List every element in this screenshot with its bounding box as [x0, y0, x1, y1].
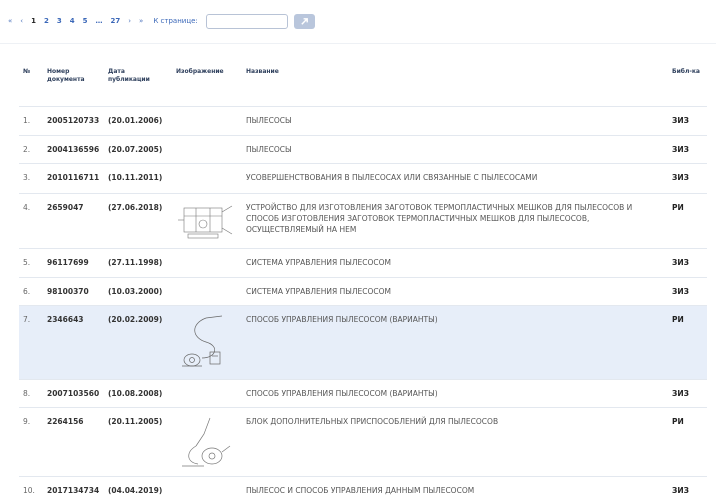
page-ellipsis: …: [95, 17, 103, 25]
publication-date: (10.03.2000): [104, 276, 172, 305]
library-code: ЗИЗ: [668, 378, 707, 407]
row-number: 6.: [19, 276, 43, 305]
library-code: ЗИЗ: [668, 162, 707, 193]
first-page-link[interactable]: «: [8, 17, 12, 25]
publication-date: (20.02.2009): [104, 304, 172, 379]
results-table: № Номер документа Дата публикации Изобра…: [19, 62, 707, 504]
row-number: 1.: [19, 105, 43, 135]
patent-drawing-vacuum-hose-thumbnail[interactable]: [176, 314, 236, 372]
image-cell: [172, 304, 242, 379]
col-header-date: Дата публикации: [108, 68, 150, 83]
row-number: 8.: [19, 378, 43, 407]
document-number-link[interactable]: 2264156: [43, 406, 104, 476]
col-header-lib: Библ-ка: [672, 68, 700, 75]
document-number-link[interactable]: 2346643: [43, 304, 104, 379]
next-page-link[interactable]: ›: [128, 17, 131, 25]
pagination-row: « ‹ 1 2 3 4 5 … 27 › » К странице:: [8, 13, 315, 29]
table-row[interactable]: 8. 2007103560 (10.08.2008) СПОСОБ УПРАВЛ…: [19, 378, 707, 407]
publication-date: (10.08.2008): [104, 378, 172, 407]
title-link[interactable]: ПЫЛЕСОСЫ: [242, 134, 668, 163]
table-row[interactable]: 9. 2264156 (20.11.2005) БЛОК ДОПОЛНИТЕЛЬ…: [19, 406, 707, 476]
image-cell: [172, 406, 242, 476]
image-cell: [172, 162, 242, 193]
col-header-num: №: [23, 68, 31, 75]
table-row[interactable]: 10. 2017134734 (04.04.2019) ПЫЛЕСОС И СП…: [19, 475, 707, 504]
title-link[interactable]: СИСТЕМА УПРАВЛЕНИЯ ПЫЛЕСОСОМ: [242, 276, 668, 305]
document-number-link[interactable]: 2005120733: [43, 105, 104, 135]
row-number: 9.: [19, 406, 43, 476]
library-code: ЗИЗ: [668, 475, 707, 504]
goto-page-label: К странице:: [153, 17, 198, 25]
document-number-link[interactable]: 2007103560: [43, 378, 104, 407]
page-link-last-number[interactable]: 27: [110, 17, 120, 25]
table-header-row: № Номер документа Дата публикации Изобра…: [19, 62, 707, 106]
row-number: 7.: [19, 304, 43, 379]
table-row[interactable]: 5. 96117699 (27.11.1998) СИСТЕМА УПРАВЛЕ…: [19, 247, 707, 277]
table-row[interactable]: 4. 2659047 (27.06.2018) УСТРОЙСТВО ДЛЯ И…: [19, 192, 707, 248]
library-code: РИ: [668, 406, 707, 476]
title-link[interactable]: БЛОК ДОПОЛНИТЕЛЬНЫХ ПРИСПОСОБЛЕНИЙ ДЛЯ П…: [242, 406, 668, 476]
title-link[interactable]: ПЫЛЕСОС И СПОСОБ УПРАВЛЕНИЯ ДАННЫМ ПЫЛЕС…: [242, 475, 668, 504]
publication-date: (04.04.2019): [104, 475, 172, 504]
document-number-link[interactable]: 2004136596: [43, 134, 104, 163]
library-code: РИ: [668, 192, 707, 248]
title-link[interactable]: СИСТЕМА УПРАВЛЕНИЯ ПЫЛЕСОСОМ: [242, 247, 668, 277]
document-number-link[interactable]: 96117699: [43, 247, 104, 277]
row-number: 5.: [19, 247, 43, 277]
title-link[interactable]: СПОСОБ УПРАВЛЕНИЯ ПЫЛЕСОСОМ (ВАРИАНТЫ): [242, 378, 668, 407]
col-header-image: Изображение: [176, 68, 224, 75]
table-row-highlighted[interactable]: 7. 2346643 (20.02.2009) СПОСОБ УПРАВЛЕНИ…: [19, 304, 707, 379]
title-link[interactable]: УСОВЕРШЕНСТВОВАНИЯ В ПЫЛЕСОСАХ ИЛИ СВЯЗА…: [242, 162, 668, 193]
table-row[interactable]: 2. 2004136596 (20.07.2005) ПЫЛЕСОСЫ ЗИЗ: [19, 134, 707, 163]
document-number-link[interactable]: 2010116711: [43, 162, 104, 193]
goto-page-button[interactable]: [293, 13, 315, 29]
library-code: РИ: [668, 304, 707, 379]
patent-drawing-machine-thumbnail[interactable]: [176, 202, 236, 242]
image-cell: [172, 134, 242, 163]
document-number-link[interactable]: 98100370: [43, 276, 104, 305]
image-cell: [172, 475, 242, 504]
row-number: 3.: [19, 162, 43, 193]
publication-date: (20.07.2005): [104, 134, 172, 163]
library-code: ЗИЗ: [668, 105, 707, 135]
row-number: 10.: [19, 475, 43, 504]
publication-date: (20.11.2005): [104, 406, 172, 476]
table-row[interactable]: 6. 98100370 (10.03.2000) СИСТЕМА УПРАВЛЕ…: [19, 276, 707, 305]
publication-date: (20.01.2006): [104, 105, 172, 135]
library-code: ЗИЗ: [668, 276, 707, 305]
document-number-link[interactable]: 2017134734: [43, 475, 104, 504]
row-number: 4.: [19, 192, 43, 248]
image-cell: [172, 192, 242, 248]
patent-drawing-vacuum-attachment-thumbnail[interactable]: [176, 416, 236, 470]
document-number-link[interactable]: 2659047: [43, 192, 104, 248]
page-link-3[interactable]: 3: [57, 17, 62, 25]
library-code: ЗИЗ: [668, 134, 707, 163]
publication-date: (10.11.2011): [104, 162, 172, 193]
table-row[interactable]: 3. 2010116711 (10.11.2011) УСОВЕРШЕНСТВО…: [19, 162, 707, 193]
table-row[interactable]: 1. 2005120733 (20.01.2006) ПЫЛЕСОСЫ ЗИЗ: [19, 105, 707, 135]
page-link-2[interactable]: 2: [44, 17, 49, 25]
goto-page-input[interactable]: [205, 13, 288, 29]
title-link[interactable]: ПЫЛЕСОСЫ: [242, 105, 668, 135]
page-link-1[interactable]: 1: [31, 17, 36, 25]
pagination-bar: « ‹ 1 2 3 4 5 … 27 › » К странице:: [0, 0, 716, 44]
image-cell: [172, 378, 242, 407]
title-link[interactable]: СПОСОБ УПРАВЛЕНИЯ ПЫЛЕСОСОМ (ВАРИАНТЫ): [242, 304, 668, 379]
prev-page-link[interactable]: ‹: [20, 17, 23, 25]
title-link[interactable]: УСТРОЙСТВО ДЛЯ ИЗГОТОВЛЕНИЯ ЗАГОТОВОК ТЕ…: [242, 192, 668, 248]
image-cell: [172, 105, 242, 135]
page-link-4[interactable]: 4: [70, 17, 75, 25]
col-header-title: Название: [246, 68, 279, 75]
col-header-doc: Номер документа: [47, 68, 85, 83]
image-cell: [172, 247, 242, 277]
last-page-link[interactable]: »: [139, 17, 143, 25]
publication-date: (27.06.2018): [104, 192, 172, 248]
image-cell: [172, 276, 242, 305]
publication-date: (27.11.1998): [104, 247, 172, 277]
row-number: 2.: [19, 134, 43, 163]
page-link-5[interactable]: 5: [83, 17, 88, 25]
library-code: ЗИЗ: [668, 247, 707, 277]
arrow-go-icon: [301, 17, 308, 25]
